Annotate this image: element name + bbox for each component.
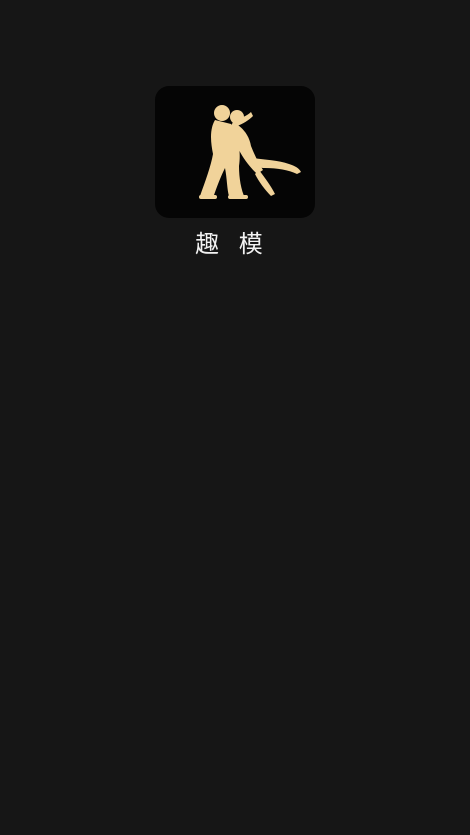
app-name: 趣 模 <box>195 230 269 258</box>
dancing-couple-icon <box>199 105 301 199</box>
app-logo <box>155 86 315 218</box>
splash-screen: 趣 模 <box>0 0 470 835</box>
